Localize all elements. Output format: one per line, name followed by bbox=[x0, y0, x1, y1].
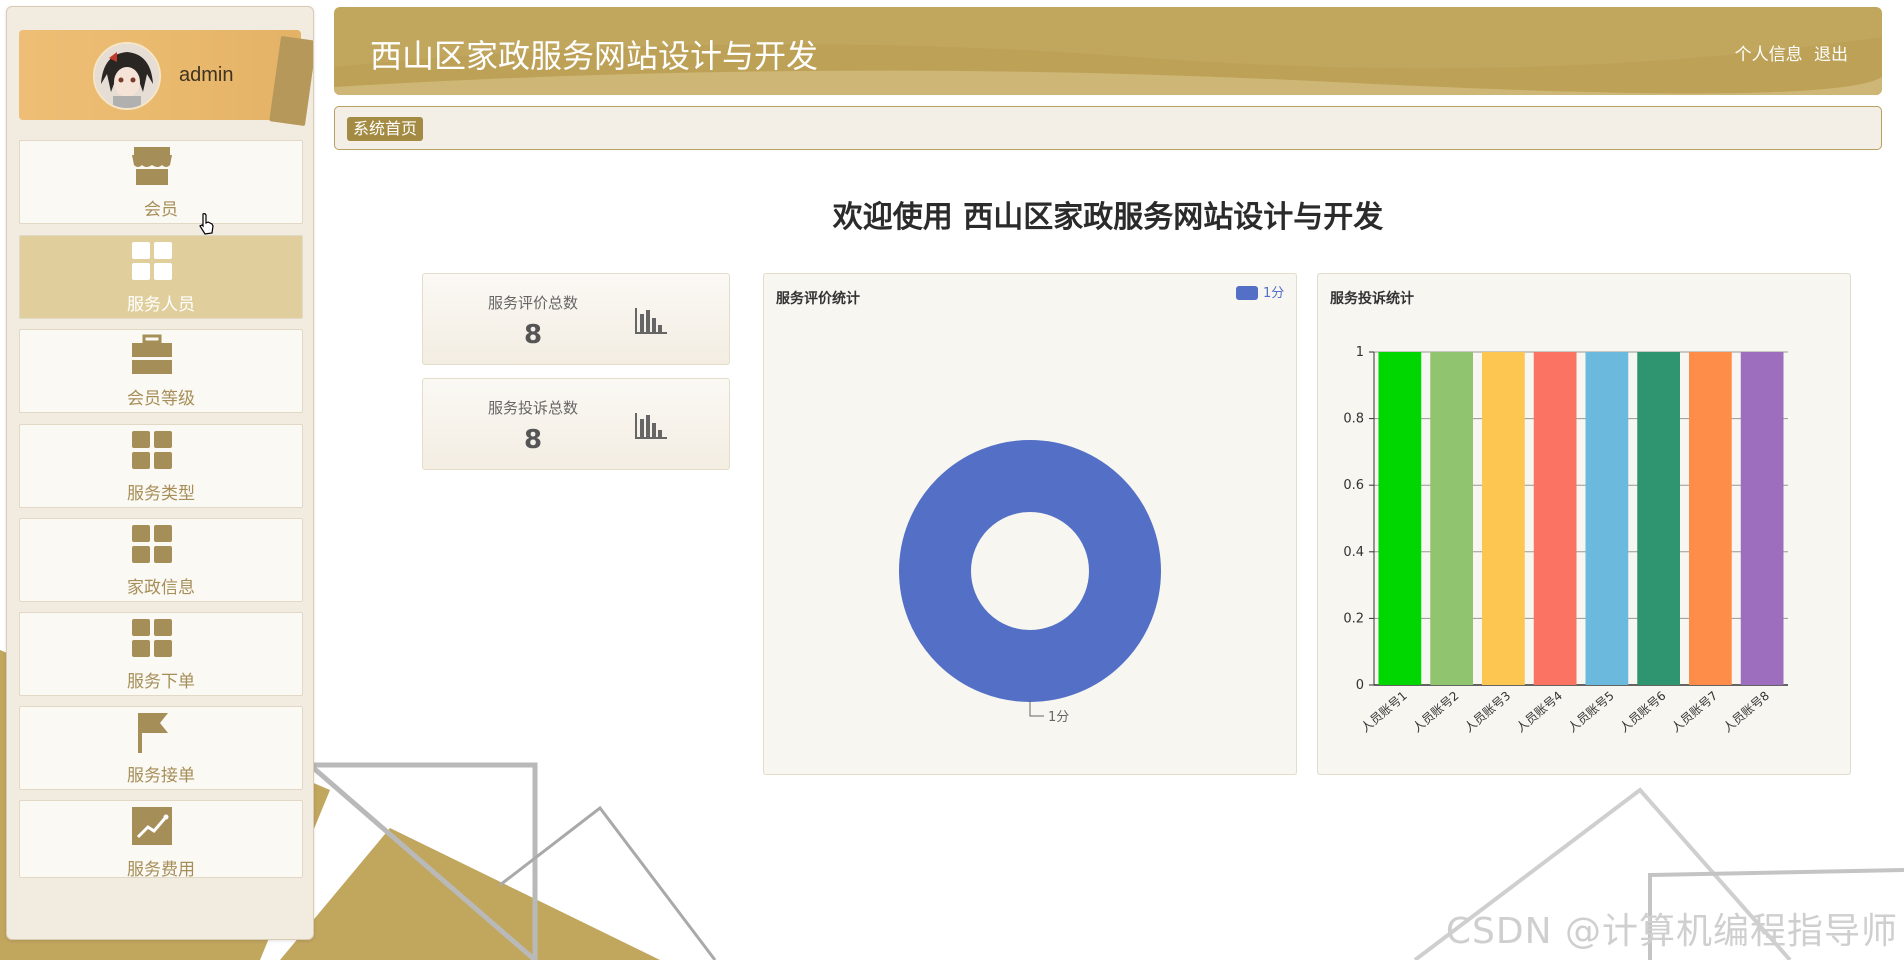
pie-slice[interactable] bbox=[899, 440, 1161, 702]
sidebar-item-housekeeping-info[interactable]: 家政信息 bbox=[19, 518, 303, 602]
stat-card-complaints: 服务投诉总数 8 bbox=[422, 378, 730, 470]
user-card: admin bbox=[19, 30, 313, 127]
y-tick-label: 0.2 bbox=[1343, 611, 1364, 626]
breadcrumb: 系统首页 bbox=[334, 106, 1882, 150]
bar[interactable] bbox=[1637, 352, 1680, 685]
chart-title: 服务评价统计 bbox=[776, 291, 860, 307]
x-tick-label: 人员账号3 bbox=[1462, 689, 1514, 735]
grid-icon bbox=[132, 619, 172, 657]
x-tick-label: 人员账号2 bbox=[1410, 689, 1462, 735]
bar[interactable] bbox=[1585, 352, 1629, 685]
sidebar-item-label: 会员 bbox=[144, 200, 178, 220]
x-tick-label: 人员账号7 bbox=[1669, 689, 1721, 735]
sidebar: admin 会员 服务人员 会员等级 服务类型 家政信息 服务下单 服务接单 服… bbox=[6, 6, 314, 940]
watermark: CSDN @计算机编程指导师 bbox=[1445, 911, 1898, 952]
x-tick-label: 人员账号5 bbox=[1565, 689, 1617, 735]
y-tick-label: 0.8 bbox=[1343, 412, 1364, 427]
chart-title: 服务投诉统计 bbox=[1330, 291, 1414, 307]
bar[interactable] bbox=[1378, 352, 1422, 685]
bar[interactable] bbox=[1533, 352, 1577, 685]
y-tick-label: 0.6 bbox=[1343, 478, 1364, 493]
grid-icon bbox=[132, 242, 172, 280]
sidebar-item-label: 服务接单 bbox=[127, 766, 195, 786]
grid-icon bbox=[132, 431, 172, 469]
sidebar-item-label: 会员等级 bbox=[127, 389, 195, 409]
donut-chart: 1分 1分 bbox=[899, 286, 1284, 725]
flag-icon bbox=[138, 713, 168, 753]
sidebar-item-label: 服务类型 bbox=[127, 484, 195, 504]
welcome-heading: 欢迎使用 西山区家政服务网站设计与开发 bbox=[832, 200, 1384, 235]
briefcase-icon bbox=[132, 334, 172, 374]
x-tick-label: 人员账号4 bbox=[1513, 689, 1565, 735]
review-chart-panel: 1分 1分 服务评价统计 bbox=[763, 273, 1297, 775]
legend-label[interactable]: 1分 bbox=[1263, 286, 1284, 301]
bar-chart: 00.20.40.60.81人员账号1 人员账号2 人员账号3 人员账号4 人员账号5 人… bbox=[1343, 345, 1788, 735]
slice-leader-line bbox=[1029, 700, 1044, 717]
y-tick-label: 0 bbox=[1356, 678, 1364, 693]
profile-link[interactable]: 个人信息 bbox=[1735, 45, 1803, 65]
user-links: 个人信息 退出 bbox=[1729, 40, 1848, 65]
stat-label: 服务评价总数 bbox=[487, 294, 578, 312]
stat-value: 8 bbox=[523, 320, 543, 350]
sidebar-item-label: 服务下单 bbox=[127, 672, 195, 692]
sidebar-item-label: 服务费用 bbox=[127, 860, 195, 878]
y-tick-label: 0.4 bbox=[1343, 545, 1364, 560]
sidebar-item-service-staff[interactable]: 服务人员 bbox=[19, 235, 303, 319]
top-header: 西山区家政服务网站设计与开发 个人信息 退出 bbox=[334, 7, 1882, 95]
grid-icon bbox=[132, 525, 172, 563]
sidebar-item-service-type[interactable]: 服务类型 bbox=[19, 424, 303, 508]
y-tick-label: 1 bbox=[1356, 345, 1364, 360]
sidebar-item-service-order[interactable]: 服务下单 bbox=[19, 612, 303, 696]
cursor-icon bbox=[199, 213, 214, 235]
sidebar-item-label: 家政信息 bbox=[127, 578, 195, 598]
bar-chart-icon bbox=[635, 308, 667, 334]
x-tick-label: 人员账号8 bbox=[1720, 689, 1772, 735]
breadcrumb-home[interactable]: 系统首页 bbox=[347, 117, 424, 141]
bar[interactable] bbox=[1430, 352, 1473, 685]
slice-label: 1分 bbox=[1048, 710, 1069, 725]
sidebar-item-service-accept[interactable]: 服务接单 bbox=[19, 706, 303, 790]
app-title: 西山区家政服务网站设计与开发 bbox=[370, 37, 819, 75]
sidebar-item-service-fee[interactable]: 服务费用 bbox=[19, 800, 303, 878]
username: admin bbox=[179, 64, 234, 86]
bar[interactable] bbox=[1482, 352, 1525, 685]
stat-card-reviews: 服务评价总数 8 bbox=[422, 273, 730, 365]
chart-line-icon bbox=[132, 807, 172, 845]
store-icon bbox=[132, 147, 172, 185]
sidebar-item-member[interactable]: 会员 bbox=[19, 140, 303, 224]
user-card-flap bbox=[269, 35, 313, 127]
x-tick-label: 人员账号1 bbox=[1358, 689, 1410, 735]
x-tick-label: 人员账号6 bbox=[1617, 689, 1669, 735]
bar-chart-icon bbox=[635, 413, 667, 439]
complaint-chart-panel: 0 0.2 0.4 0.6 0.8 1 人员账号1 人员账号2 人员账号3 人员账号4 人员账号5 人… bbox=[1317, 273, 1851, 775]
avatar[interactable] bbox=[93, 42, 161, 110]
stat-value: 8 bbox=[523, 425, 543, 455]
logout-link[interactable]: 退出 bbox=[1814, 45, 1848, 65]
bar[interactable] bbox=[1740, 352, 1784, 685]
stat-label: 服务投诉总数 bbox=[487, 399, 578, 417]
sidebar-item-label: 服务人员 bbox=[127, 295, 195, 315]
sidebar-item-member-level[interactable]: 会员等级 bbox=[19, 329, 303, 413]
bar[interactable] bbox=[1689, 352, 1732, 685]
legend-swatch[interactable] bbox=[1236, 286, 1258, 300]
